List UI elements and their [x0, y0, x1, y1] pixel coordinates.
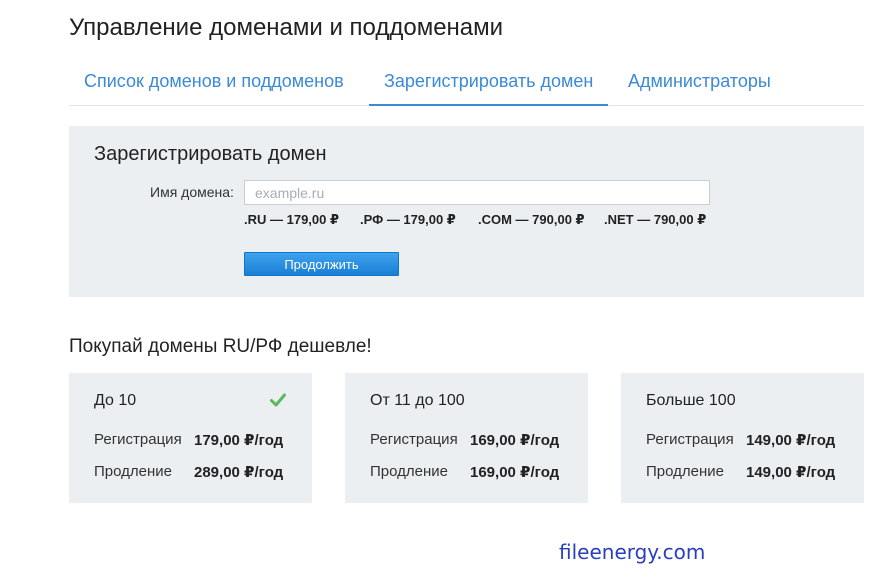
renewal-label: Продление: [94, 463, 172, 480]
tier-card-over-100: Больше 100 Регистрация 149,00 ₽/год Прод…: [621, 373, 864, 503]
tier-name: До 10: [94, 392, 137, 409]
price-net: .NET — 790,00 ₽: [604, 212, 707, 227]
price-rf: .РФ — 179,00 ₽: [360, 212, 456, 227]
tab-administrators[interactable]: Администраторы: [628, 60, 771, 106]
page-title: Управление доменами и поддоменами: [69, 14, 504, 41]
tier-name: От 11 до 100: [370, 392, 465, 409]
renewal-price: 169,00 ₽/год: [470, 464, 560, 481]
tier-card-11-to-100: От 11 до 100 Регистрация 169,00 ₽/год Пр…: [345, 373, 588, 503]
price-ru: .RU — 179,00 ₽: [244, 212, 340, 227]
tab-bar: Список доменов и поддоменов Зарегистриро…: [69, 60, 864, 106]
tab-domain-list[interactable]: Список доменов и поддоменов: [84, 60, 344, 106]
watermark: fileenergy.com: [559, 540, 706, 564]
register-title: Зарегистрировать домен: [94, 143, 327, 165]
domain-name-input[interactable]: [244, 180, 710, 205]
registration-label: Регистрация: [646, 431, 734, 448]
promo-title: Покупай домены RU/РФ дешевле!: [69, 336, 372, 357]
continue-button[interactable]: Продолжить: [244, 252, 399, 276]
tier-card-up-to-10: До 10 Регистрация 179,00 ₽/год Продление…: [69, 373, 312, 503]
registration-price: 169,00 ₽/год: [470, 432, 560, 449]
renewal-price: 289,00 ₽/год: [194, 464, 284, 481]
registration-label: Регистрация: [370, 431, 458, 448]
check-icon: [270, 393, 286, 407]
renewal-label: Продление: [646, 463, 724, 480]
domain-name-label: Имя домена:: [150, 184, 234, 200]
registration-price: 179,00 ₽/год: [194, 432, 284, 449]
price-com: .COM — 790,00 ₽: [478, 212, 585, 227]
registration-label: Регистрация: [94, 431, 182, 448]
registration-price: 149,00 ₽/год: [746, 432, 836, 449]
zone-prices: .RU — 179,00 ₽ .РФ — 179,00 ₽ .COM — 790…: [244, 212, 714, 230]
tab-register-domain[interactable]: Зарегистрировать домен: [369, 60, 609, 106]
register-domain-panel: Зарегистрировать домен Имя домена: .RU —…: [69, 126, 864, 297]
tier-name: Больше 100: [646, 392, 736, 409]
renewal-price: 149,00 ₽/год: [746, 464, 836, 481]
renewal-label: Продление: [370, 463, 448, 480]
